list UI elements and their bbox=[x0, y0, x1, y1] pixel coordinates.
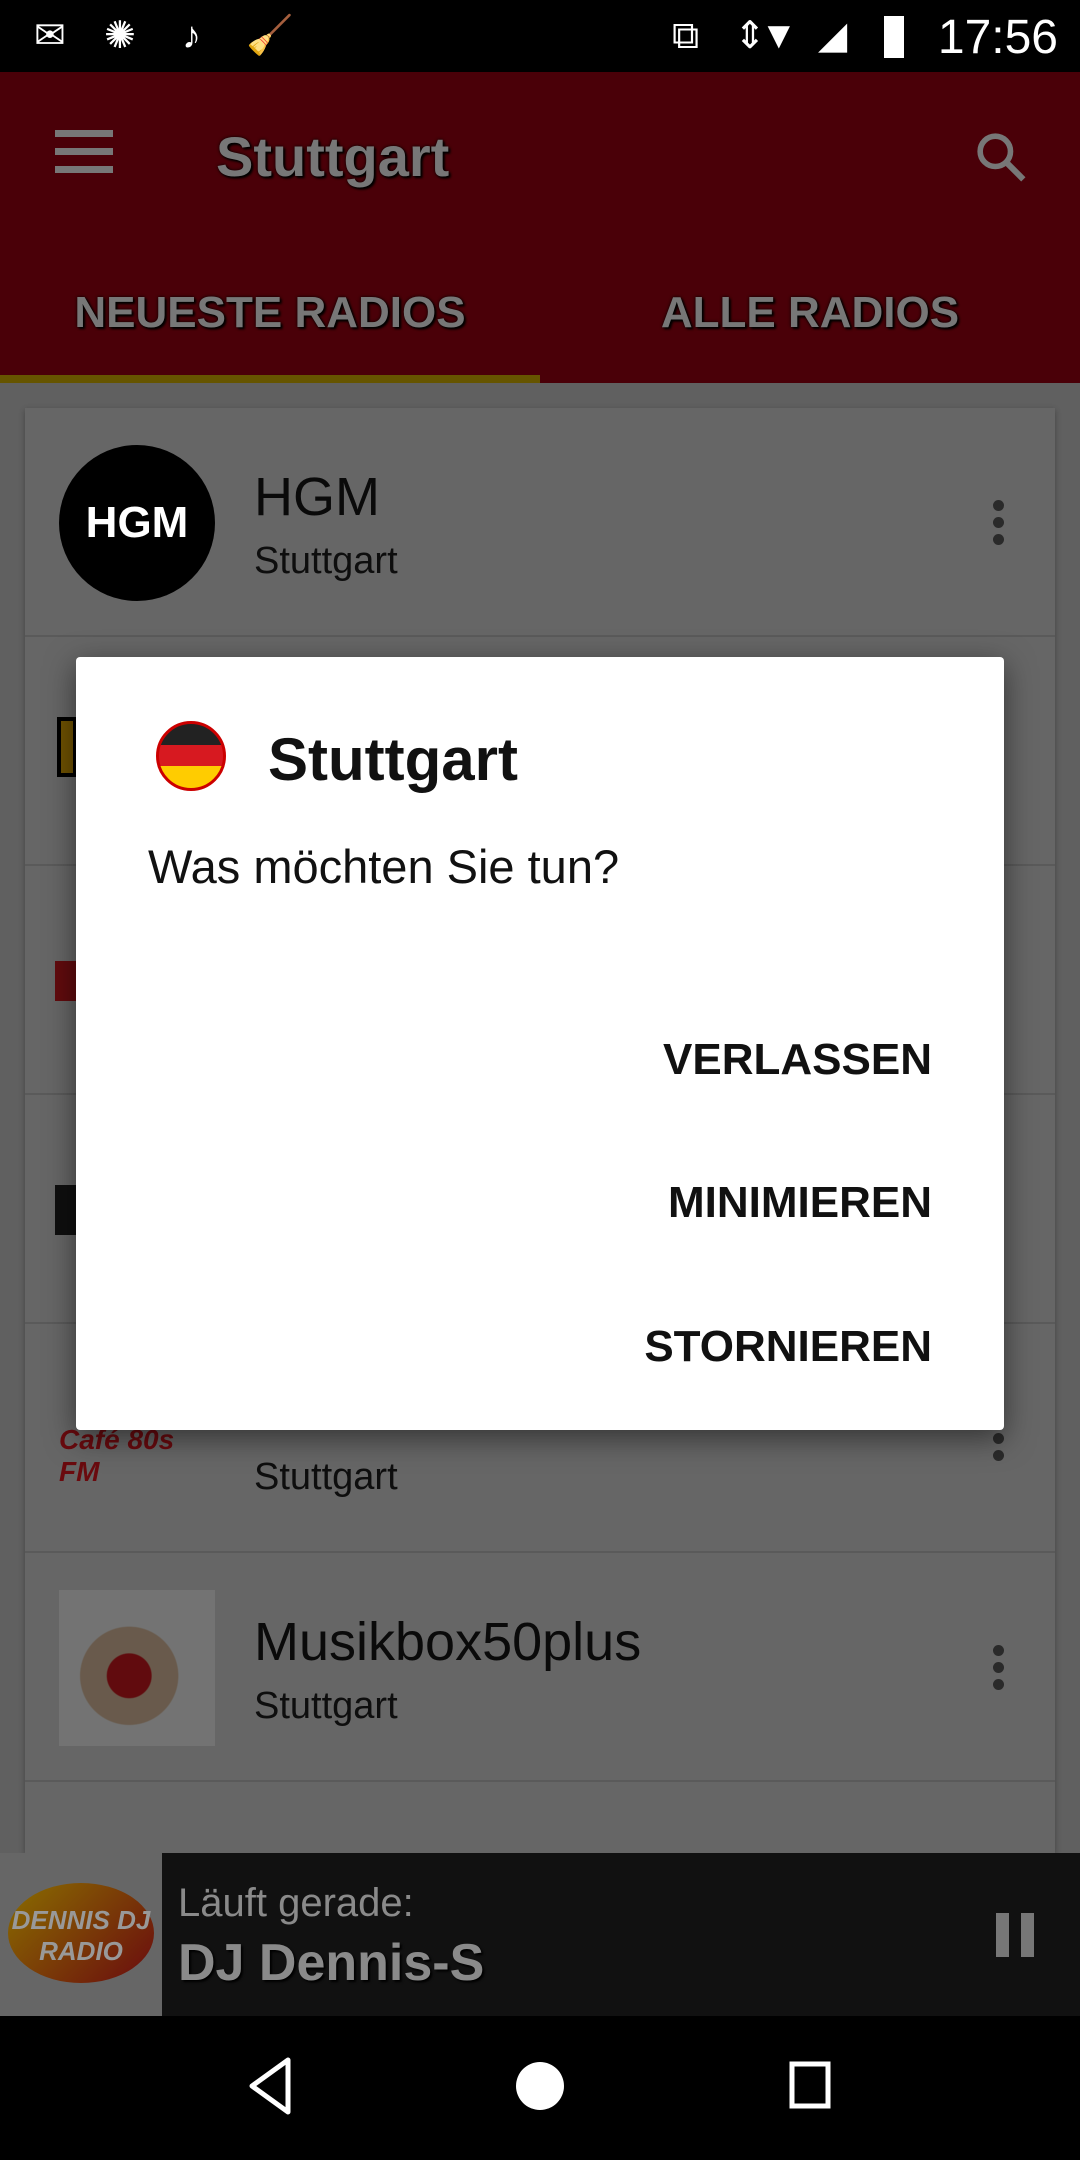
action-dialog: Stuttgart Was möchten Sie tun? VERLASSEN… bbox=[76, 657, 1004, 1430]
recents-icon[interactable] bbox=[788, 2056, 832, 2116]
minimieren-button[interactable]: MINIMIEREN bbox=[668, 1178, 932, 1228]
dialog-title: Stuttgart bbox=[268, 726, 518, 793]
now-playing-station: DJ Dennis-S bbox=[178, 1934, 485, 1992]
stornieren-button[interactable]: STORNIEREN bbox=[644, 1322, 932, 1372]
tab-neueste-radios[interactable]: NEUESTE RADIOS bbox=[0, 234, 540, 383]
signal-icon: ◢ bbox=[818, 15, 848, 57]
cast-icon: ⧉ bbox=[672, 15, 700, 57]
station-logo: DENNIS DJ RADIO bbox=[0, 1853, 162, 2016]
hamburger-menu-icon[interactable] bbox=[55, 130, 113, 174]
station-name: Musikbox50plus bbox=[254, 1612, 642, 1672]
aperture-icon: ✺ bbox=[104, 15, 136, 57]
now-playing-bar[interactable]: DENNIS DJ RADIO Läuft gerade: DJ Dennis-… bbox=[0, 1853, 1080, 2016]
search-icon[interactable] bbox=[972, 128, 1028, 184]
broom-icon: 🧹 bbox=[246, 15, 294, 57]
music-note-icon: ♪ bbox=[182, 15, 201, 57]
app-logo-icon bbox=[156, 721, 232, 797]
mail-icon: ✉ bbox=[34, 15, 66, 57]
navigation-bar bbox=[0, 2016, 1080, 2160]
station-city: Stuttgart bbox=[254, 1685, 398, 1727]
app-toolbar: Stuttgart bbox=[0, 72, 1080, 234]
list-item[interactable]: Musikbox50plus Stuttgart bbox=[25, 1553, 1055, 1782]
more-options-icon[interactable] bbox=[993, 500, 1005, 551]
verlassen-button[interactable]: VERLASSEN bbox=[663, 1035, 932, 1085]
station-logo: Café 80s FM bbox=[59, 1424, 175, 1487]
station-logo: HGM bbox=[59, 445, 215, 601]
back-icon[interactable] bbox=[246, 2056, 296, 2116]
pause-icon[interactable] bbox=[996, 1913, 1034, 1957]
now-playing-label: Läuft gerade: bbox=[178, 1881, 414, 1925]
wifi-icon: ▼ bbox=[760, 15, 798, 57]
station-name: HGM bbox=[254, 467, 380, 527]
page-title: Stuttgart bbox=[216, 125, 450, 188]
more-options-icon[interactable] bbox=[993, 1645, 1005, 1696]
station-logo bbox=[59, 1590, 215, 1746]
station-city: Stuttgart bbox=[254, 540, 398, 582]
list-item[interactable] bbox=[25, 1782, 1055, 1853]
clock: 17:56 bbox=[937, 11, 1058, 64]
status-bar: ✉ ✺ ♪ 🧹 ⧉ ⇕ ▼ ◢ 17:56 bbox=[0, 0, 1080, 72]
tab-alle-radios[interactable]: ALLE RADIOS bbox=[540, 234, 1080, 383]
home-icon[interactable] bbox=[514, 2056, 566, 2116]
station-logo bbox=[57, 717, 77, 777]
battery-icon bbox=[884, 16, 904, 58]
station-city: Stuttgart bbox=[254, 1456, 398, 1498]
tab-bar: NEUESTE RADIOS ALLE RADIOS bbox=[0, 234, 1080, 383]
list-item[interactable]: HGM HGM Stuttgart bbox=[25, 408, 1055, 637]
dialog-message: Was möchten Sie tun? bbox=[148, 840, 620, 893]
